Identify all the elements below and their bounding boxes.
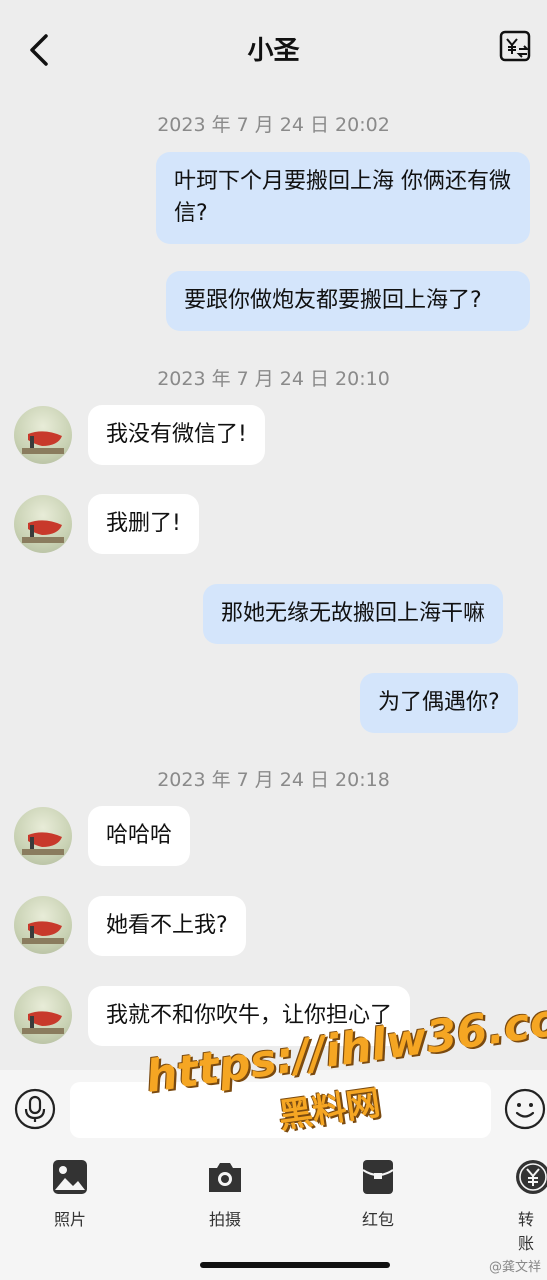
microphone-icon[interactable]	[14, 1088, 56, 1130]
tool-label: 转账	[518, 1210, 535, 1253]
message-bubble-outgoing[interactable]: 为了偶遇你?	[360, 673, 518, 733]
avatar[interactable]	[14, 406, 72, 464]
credit-text: @龚文祥	[488, 1260, 541, 1275]
message-bubble-incoming[interactable]: 她看不上我?	[88, 896, 246, 956]
message-bubble-outgoing[interactable]: 要跟你做炮友都要搬回上海了?	[166, 271, 530, 331]
chat-header: 小圣	[0, 0, 547, 100]
chat-title: 小圣	[247, 36, 300, 66]
avatar[interactable]	[14, 896, 72, 954]
tool-label: 红包	[361, 1210, 394, 1229]
timestamp: 2023 年 7 月 24 日 20:18	[157, 769, 390, 791]
message-bubble-outgoing[interactable]: 那她无缘无故搬回上海干嘛	[203, 584, 504, 644]
tool-camera[interactable]: 拍摄	[180, 1158, 270, 1230]
tool-red-packet[interactable]: 红包	[333, 1158, 423, 1230]
home-indicator[interactable]	[200, 1262, 390, 1268]
avatar[interactable]	[14, 495, 72, 553]
tool-photo[interactable]: 照片	[25, 1158, 115, 1230]
camera-icon	[209, 1163, 241, 1192]
message-bubble-incoming[interactable]: 我删了!	[88, 494, 199, 554]
photo-icon	[53, 1160, 87, 1194]
tool-label: 照片	[53, 1210, 86, 1229]
message-bubble-outgoing[interactable]: 叶珂下个月要搬回上海 你俩还有微信?	[156, 152, 530, 244]
timestamp: 2023 年 7 月 24 日 20:02	[157, 114, 390, 136]
message-bubble-incoming[interactable]: 我没有微信了!	[88, 405, 265, 465]
timestamp: 2023 年 7 月 24 日 20:10	[157, 368, 390, 390]
tool-label: 拍摄	[208, 1210, 241, 1229]
tool-transfer[interactable]: 转账	[486, 1158, 547, 1254]
avatar[interactable]	[14, 807, 72, 865]
red-packet-icon	[362, 1160, 394, 1194]
transfer-icon	[516, 1160, 547, 1194]
message-bubble-incoming[interactable]: 哈哈哈	[88, 806, 191, 866]
avatar[interactable]	[14, 986, 72, 1044]
emoji-icon[interactable]	[504, 1088, 546, 1130]
currency-transfer-icon[interactable]	[499, 30, 533, 64]
